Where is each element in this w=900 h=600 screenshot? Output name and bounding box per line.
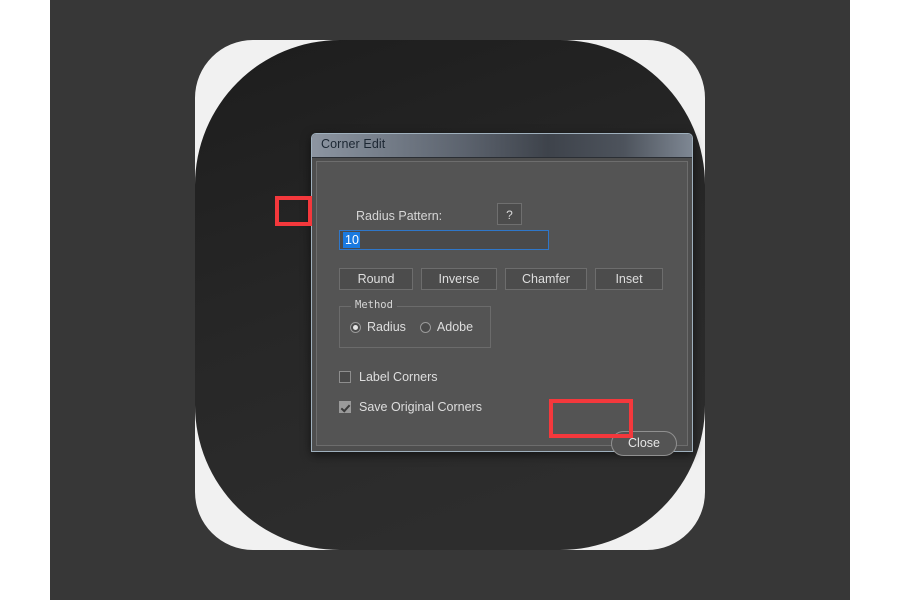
inverse-button[interactable]: Inverse (421, 268, 497, 290)
checkbox-save-original-corners-label: Save Original Corners (359, 400, 482, 414)
checkbox-save-original-corners[interactable]: Save Original Corners (339, 400, 482, 414)
corner-edit-dialog[interactable]: Corner Edit Radius Pattern: ? 10 Round I… (311, 133, 693, 456)
checkbox-label-corners[interactable]: Label Corners (339, 370, 438, 384)
inset-button[interactable]: Inset (595, 268, 663, 290)
checkbox-checked-icon (339, 401, 351, 413)
radio-radius[interactable]: Radius (350, 320, 406, 334)
radio-adobe-icon (419, 321, 431, 333)
method-group-legend: Method (351, 299, 397, 311)
dialog-body: Radius Pattern: ? 10 Round Inverse Chamf… (316, 161, 688, 456)
radius-pattern-label: Radius Pattern: (356, 209, 443, 223)
checkbox-unchecked-icon (339, 371, 351, 383)
dialog-title: Corner Edit (321, 137, 386, 151)
canvas-area[interactable]: Corner Edit Radius Pattern: ? 10 Round I… (50, 0, 850, 600)
radius-pattern-value: 10 (343, 232, 360, 248)
screenshot-stage: Corner Edit Radius Pattern: ? 10 Round I… (0, 0, 900, 600)
radio-adobe[interactable]: Adobe (419, 320, 474, 334)
radio-adobe-label: Adobe (436, 320, 474, 334)
round-button[interactable]: Round (339, 268, 413, 290)
dialog-titlebar[interactable]: Corner Edit (312, 134, 692, 158)
radio-radius-icon (350, 321, 361, 333)
radio-radius-label: Radius (367, 320, 406, 334)
method-group: Method Radius Adobe (339, 299, 491, 348)
chamfer-button[interactable]: Chamfer (505, 268, 587, 290)
close-button[interactable]: Close (611, 431, 677, 456)
help-icon[interactable]: ? (497, 203, 522, 225)
method-radio-row: Radius Adobe (350, 320, 487, 334)
radius-pattern-input[interactable]: 10 (339, 230, 549, 250)
checkbox-label-corners-label: Label Corners (359, 370, 438, 384)
